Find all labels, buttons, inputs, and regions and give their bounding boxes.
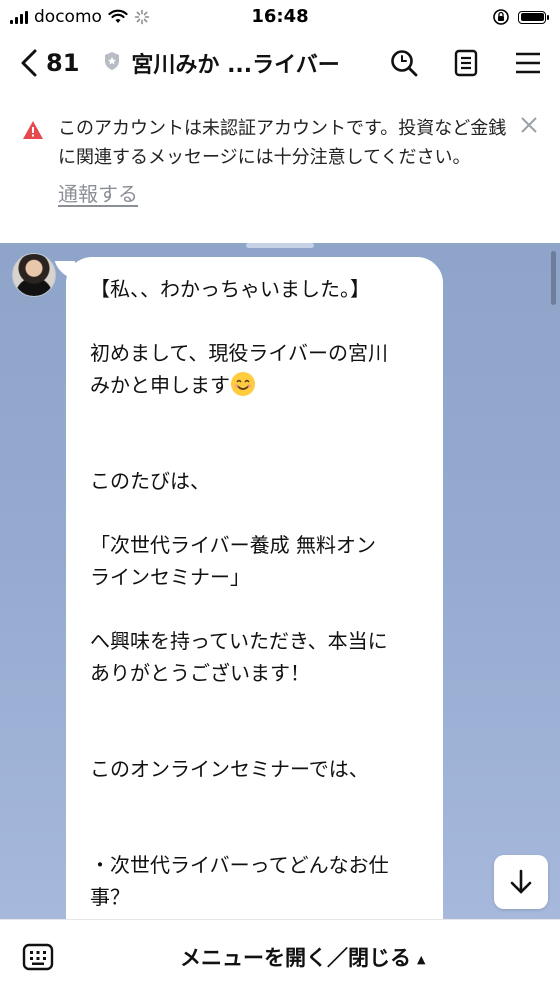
message-line: このたびは、 <box>90 469 210 493</box>
message-line: このオンラインセミナーでは、 <box>90 757 369 781</box>
message-line <box>90 497 421 529</box>
hamburger-icon <box>516 52 540 74</box>
chevron-left-icon <box>21 49 37 77</box>
unread-count: 81 <box>46 49 80 77</box>
carrier-label: docomo <box>34 7 102 27</box>
message-text: 【私、、わかっちゃいました。】 初めまして、現役ライバーの宮川みかと申します こ… <box>90 273 421 919</box>
keyboard-icon[interactable] <box>22 942 54 972</box>
message-line <box>90 721 421 753</box>
triangle-up-icon: ▲ <box>417 952 426 966</box>
message-line: ラインセミナー」 <box>90 565 250 589</box>
clock: 16:48 <box>251 6 309 27</box>
warning-text: このアカウントは未認証アカウントです。投資など金銭に関連するメッセージには十分注… <box>58 118 507 168</box>
message-line <box>90 817 421 849</box>
message-line: 「次世代ライバー養成 無料オン <box>90 533 376 557</box>
rich-menu-toggle[interactable]: メニューを開く／閉じる ▲ <box>180 942 425 972</box>
message-line <box>90 305 421 337</box>
notes-icon <box>454 49 478 77</box>
status-bar: docomo 16:48 <box>0 0 560 34</box>
chat-header: 81 宮川みか ...ライバー <box>0 34 560 92</box>
arrow-down-icon <box>510 869 532 894</box>
status-left: docomo <box>10 7 150 27</box>
battery-icon <box>518 10 549 24</box>
message-line: ・次世代ライバーってどんなお仕 <box>90 853 389 877</box>
message-line: 初めまして、現役ライバーの宮川 <box>90 341 388 365</box>
message-line <box>90 433 421 465</box>
status-right <box>492 8 549 26</box>
signal-icon <box>10 10 28 24</box>
menu-toggle-label: メニューを開く／閉じる <box>180 946 411 970</box>
message-line: へ興味を持っていただき、本当に <box>90 629 388 653</box>
chat-title: 宮川みか ...ライバー <box>131 53 340 78</box>
message-line: 【私、、わかっちゃいました。】 <box>90 277 370 301</box>
loading-spinner-icon <box>134 9 150 25</box>
report-link[interactable]: 通報する <box>58 178 138 207</box>
menu-button[interactable] <box>510 45 546 81</box>
back-button[interactable]: 81 <box>18 49 79 77</box>
message-line: ありがとうございます！ <box>90 661 310 685</box>
chat-area[interactable]: 【私、、わかっちゃいました。】 初めまして、現役ライバーの宮川みかと申します こ… <box>0 243 560 919</box>
smile-emoji-icon <box>231 372 255 396</box>
notes-button[interactable] <box>448 45 484 81</box>
message-line <box>90 593 421 625</box>
scrollbar[interactable] <box>551 251 556 305</box>
chat-drag-handle <box>246 243 314 248</box>
unverified-account-warning: このアカウントは未認証アカウントです。投資など金銭に関連するメッセージには十分注… <box>0 104 560 242</box>
wifi-icon <box>108 9 128 23</box>
shield-icon <box>103 51 121 75</box>
message-line: みかと申します <box>90 369 421 401</box>
avatar[interactable] <box>12 253 56 297</box>
scroll-to-bottom-button[interactable] <box>494 855 548 909</box>
chat-title-area[interactable]: 宮川みか ...ライバー <box>103 47 340 79</box>
message-line <box>90 785 421 817</box>
header-actions <box>386 45 546 81</box>
message-line <box>90 401 421 433</box>
search-icon <box>391 50 418 77</box>
message-line <box>90 689 421 721</box>
bottom-bar: メニューを開く／閉じる ▲ <box>0 919 560 996</box>
warning-icon <box>23 121 43 139</box>
message-bubble[interactable]: 【私、、わかっちゃいました。】 初めまして、現役ライバーの宮川みかと申します こ… <box>66 257 443 919</box>
search-button[interactable] <box>386 45 422 81</box>
close-icon[interactable] <box>518 114 540 136</box>
message-line: 事？ <box>90 885 130 909</box>
orientation-lock-icon <box>493 9 509 25</box>
